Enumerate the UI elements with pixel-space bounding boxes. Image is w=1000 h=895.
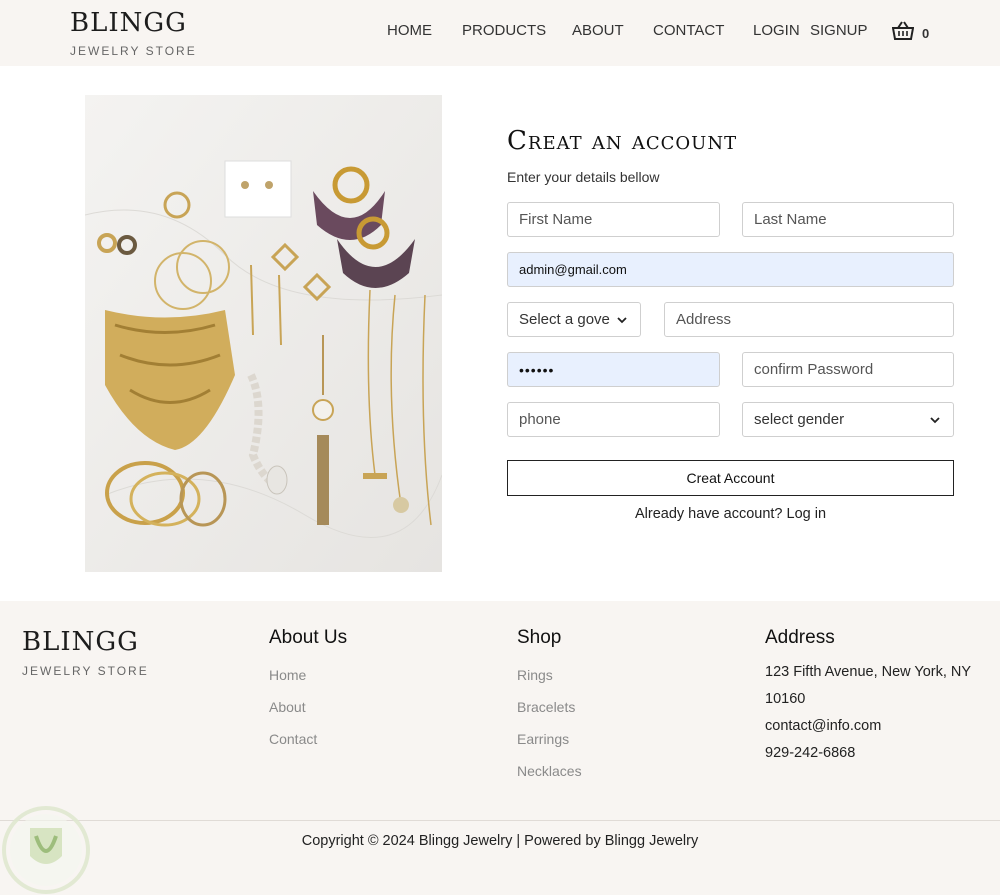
footer-shop-column: Shop Rings Bracelets Earrings Necklaces [517,627,582,787]
footer-email: contact@info.com [765,718,882,734]
footer-address-line1: 123 Fifth Avenue, New York, NY [765,664,972,680]
cart-button[interactable]: 0 [892,21,929,41]
site-header: BLINGG JEWELRY STORE HOME PRODUCTS ABOUT… [0,0,1000,66]
main-nav: HOME PRODUCTS ABOUT CONTACT LOGIN SIGNUP [0,22,1000,42]
footer-about-column: About Us Home About Contact [269,627,347,755]
nav-products[interactable]: PRODUCTS [462,22,546,40]
address-placeholder: Address [676,311,732,328]
nav-contact[interactable]: CONTACT [653,22,724,40]
last-name-placeholder: Last Name [754,211,827,228]
footer-link-earrings[interactable]: Earrings [517,723,582,755]
cart-count: 0 [922,25,930,41]
footer-link-contact[interactable]: Contact [269,723,347,755]
last-name-input[interactable]: Last Name [742,202,954,237]
footer-link-bracelets[interactable]: Bracelets [517,691,582,723]
brand-tagline: JEWELRY STORE [70,44,197,58]
footer-address-column: Address 123 Fifth Avenue, New York, NY 1… [765,627,990,767]
first-name-placeholder: First Name [519,211,593,228]
jewelry-photo [85,95,442,572]
governorate-select[interactable]: Select a gove [507,302,641,337]
watermark-logo [2,806,90,894]
footer-link-necklaces[interactable]: Necklaces [517,755,582,787]
gender-selected: select gender [754,411,845,428]
form-subtitle: Enter your details bellow [507,169,660,185]
chevron-down-icon [930,416,940,423]
email-input[interactable]: admin@gmail.com [507,252,954,287]
email-value: admin@gmail.com [519,262,627,277]
create-account-button[interactable]: Creat Account [507,460,954,496]
chevron-down-icon [617,316,627,323]
footer-brand-name: BLINGG [22,627,139,657]
nav-home[interactable]: HOME [387,22,432,40]
footer-address-title: Address [765,627,835,648]
confirm-password-input[interactable]: confirm Password [742,352,954,387]
login-link[interactable]: Already have account? Log in [507,506,954,522]
nav-about[interactable]: ABOUT [572,22,624,40]
first-name-input[interactable]: First Name [507,202,720,237]
confirm-password-placeholder: confirm Password [754,361,874,378]
footer-address-line2: 10160 [765,691,806,707]
footer-link-home[interactable]: Home [269,659,347,691]
nav-login[interactable]: LOGIN [753,22,800,40]
governorate-selected: Select a gove [519,311,610,328]
phone-input[interactable]: phone [507,402,720,437]
password-value: •••••• [519,361,555,378]
footer-shop-title: Shop [517,627,562,648]
footer-link-rings[interactable]: Rings [517,659,582,691]
phone-placeholder: phone [519,411,561,428]
address-input[interactable]: Address [664,302,954,337]
basket-icon [892,21,914,40]
footer-link-about[interactable]: About [269,691,347,723]
password-input[interactable]: •••••• [507,352,720,387]
footer-phone: 929-242-6868 [765,745,856,761]
nav-signup[interactable]: SIGNUP [810,22,868,40]
footer-brand[interactable]: BLINGG JEWELRY STORE [22,627,149,678]
footer-about-title: About Us [269,627,348,648]
signup-form-header: Creat an account Enter your details bell… [507,125,954,185]
form-title: Creat an account [507,126,738,156]
gender-select[interactable]: select gender [742,402,954,437]
footer-brand-tagline: JEWELRY STORE [22,664,149,678]
copyright-text: Copyright © 2024 Blingg Jewelry | Powere… [301,833,699,849]
site-footer: BLINGG JEWELRY STORE About Us Home About… [0,601,1000,895]
footer-divider [0,820,1000,821]
